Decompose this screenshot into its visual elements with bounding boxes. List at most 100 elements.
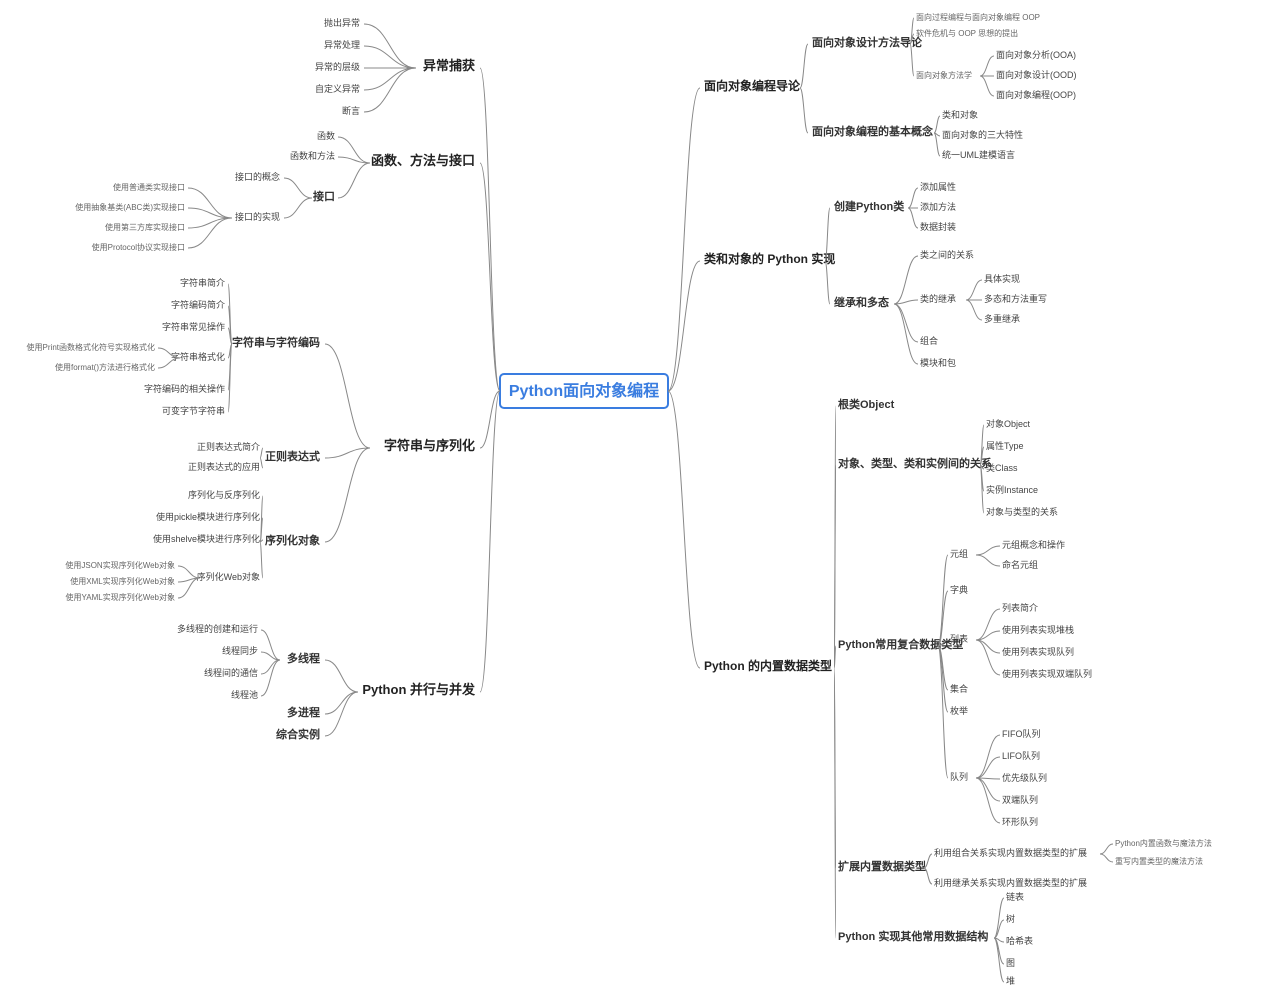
leaf: 使用YAML实现序列化Web对象 bbox=[66, 592, 176, 602]
leaf: 命名元组 bbox=[1002, 559, 1038, 570]
node[interactable]: 对象、类型、类和实例间的关系 bbox=[838, 456, 992, 470]
leaf: 属性Type bbox=[986, 440, 1024, 451]
node[interactable]: 扩展内置数据类型 bbox=[838, 859, 926, 873]
leaf: 使用列表实现队列 bbox=[1002, 646, 1074, 657]
leaf: 集合 bbox=[950, 683, 968, 694]
leaf: 类Class bbox=[986, 462, 1018, 473]
leaf: 具体实现 bbox=[984, 273, 1020, 284]
leaf: 对象与类型的关系 bbox=[986, 506, 1058, 517]
leaf: 接口的概念 bbox=[235, 171, 280, 182]
leaf: 使用抽象基类(ABC类)实现接口 bbox=[75, 202, 185, 212]
leaf: 类的继承 bbox=[920, 293, 956, 304]
leaf: 字符串格式化 bbox=[171, 351, 225, 362]
node-process[interactable]: 多进程 bbox=[287, 705, 320, 719]
node-combo[interactable]: 综合实例 bbox=[276, 727, 320, 741]
leaf: 利用组合关系实现内置数据类型的扩展 bbox=[934, 847, 1087, 858]
leaf: 使用format()方法进行格式化 bbox=[55, 362, 155, 372]
connector-group bbox=[158, 18, 1113, 982]
leaf: 使用列表实现双端队列 bbox=[1002, 668, 1092, 679]
leaf: 多线程的创建和运行 bbox=[177, 623, 258, 634]
leaf: 字符串简介 bbox=[180, 277, 225, 288]
leaf: 使用普通类实现接口 bbox=[113, 182, 185, 192]
node[interactable]: 创建Python类 bbox=[833, 199, 905, 213]
leaf: 数据封装 bbox=[920, 221, 956, 232]
node-thread[interactable]: 多线程 bbox=[287, 651, 320, 665]
node-strenc[interactable]: 字符串与字符编码 bbox=[232, 335, 320, 349]
leaf: 线程同步 bbox=[222, 645, 258, 656]
node[interactable]: 继承和多态 bbox=[834, 295, 889, 309]
leaf: 队列 bbox=[950, 771, 968, 782]
leaf: 使用Protocol协议实现接口 bbox=[92, 242, 185, 252]
node-serial[interactable]: 序列化对象 bbox=[265, 533, 320, 547]
leaf: 组合 bbox=[920, 335, 938, 346]
leaf: 双端队列 bbox=[1002, 794, 1038, 805]
node[interactable]: 根类Object bbox=[838, 397, 895, 411]
leaf: 使用第三方库实现接口 bbox=[105, 222, 185, 232]
leaf: 利用继承关系实现内置数据类型的扩展 bbox=[934, 877, 1087, 888]
leaf: 类之间的关系 bbox=[920, 249, 974, 260]
leaf: 异常的层级 bbox=[315, 61, 360, 72]
leaf: 字符串常见操作 bbox=[162, 321, 225, 332]
node-interface[interactable]: 接口 bbox=[313, 189, 335, 203]
leaf: 正则表达式简介 bbox=[197, 441, 260, 452]
leaf: 面向对象设计(OOD) bbox=[996, 69, 1077, 80]
leaf: 类和对象 bbox=[942, 109, 978, 120]
leaf: 使用Print函数格式化符号实现格式化 bbox=[27, 342, 155, 352]
leaf: 优先级队列 bbox=[1002, 772, 1047, 783]
leaf: 线程间的通信 bbox=[204, 667, 258, 678]
leaf: 使用JSON实现序列化Web对象 bbox=[65, 560, 175, 570]
leaf: LIFO队列 bbox=[1002, 750, 1040, 761]
leaf: 环形队列 bbox=[1002, 816, 1038, 827]
leaf: 重写内置类型的魔法方法 bbox=[1115, 856, 1203, 866]
leaf: FIFO队列 bbox=[1002, 728, 1041, 739]
l1-class-impl[interactable]: 类和对象的 Python 实现 bbox=[704, 251, 835, 266]
leaf: 面向过程编程与面向对象编程 OOP bbox=[916, 12, 1040, 22]
node[interactable]: 面向对象编程的基本概念 bbox=[812, 124, 934, 138]
leaf: 接口的实现 bbox=[235, 211, 280, 222]
leaf: 面向对象的三大特性 bbox=[942, 129, 1023, 140]
leaf: 多态和方法重写 bbox=[984, 293, 1047, 304]
leaf: 序列化Web对象 bbox=[197, 571, 260, 582]
leaf: 列表简介 bbox=[1002, 602, 1038, 613]
leaf: 异常处理 bbox=[324, 39, 360, 50]
node[interactable]: 面向对象设计方法导论 bbox=[812, 35, 923, 49]
leaf: 模块和包 bbox=[920, 357, 956, 368]
leaf: 添加属性 bbox=[920, 181, 956, 192]
node[interactable]: Python常用复合数据类型 bbox=[838, 637, 963, 651]
leaf: 元组概念和操作 bbox=[1002, 539, 1065, 550]
leaf: 序列化与反序列化 bbox=[188, 489, 260, 500]
leaf: 字符编码简介 bbox=[171, 299, 225, 310]
leaf: 正则表达式的应用 bbox=[188, 461, 260, 472]
leaf: 函数 bbox=[317, 130, 335, 141]
leaf: 函数和方法 bbox=[290, 150, 335, 161]
leaf: 列表 bbox=[950, 633, 968, 644]
leaf: 实例Instance bbox=[986, 484, 1038, 495]
leaf: 断言 bbox=[342, 105, 360, 116]
l1-parallel[interactable]: Python 并行与并发 bbox=[362, 682, 476, 697]
root-label: Python面向对象编程 bbox=[509, 381, 659, 400]
node-regex[interactable]: 正则表达式 bbox=[265, 449, 320, 463]
leaf: Python内置函数与魔法方法 bbox=[1115, 838, 1212, 848]
node[interactable]: Python 实现其他常用数据结构 bbox=[838, 929, 988, 943]
l1-data-types[interactable]: Python 的内置数据类型 bbox=[704, 658, 832, 673]
leaf: 堆 bbox=[1006, 976, 1015, 986]
leaf: 图 bbox=[1006, 958, 1015, 968]
leaf: 添加方法 bbox=[920, 201, 956, 212]
leaf: 面向对象分析(OOA) bbox=[996, 49, 1076, 60]
l1-oop-intro[interactable]: 面向对象编程导论 bbox=[704, 78, 801, 93]
l1-string[interactable]: 字符串与序列化 bbox=[384, 438, 475, 453]
l1-func[interactable]: 函数、方法与接口 bbox=[371, 153, 475, 168]
leaf: 面向对象方法学 bbox=[916, 70, 972, 80]
leaf: 使用shelve模块进行序列化 bbox=[153, 533, 260, 544]
leaf: 元组 bbox=[950, 548, 968, 559]
leaf: 哈希表 bbox=[1006, 935, 1033, 946]
leaf: 使用XML实现序列化Web对象 bbox=[70, 576, 175, 586]
l1-exception[interactable]: 异常捕获 bbox=[423, 58, 475, 73]
leaf: 使用pickle模块进行序列化 bbox=[156, 511, 260, 522]
leaf: 面向对象编程(OOP) bbox=[996, 89, 1076, 100]
leaf: 自定义异常 bbox=[315, 83, 360, 94]
leaf: 枚举 bbox=[950, 705, 968, 716]
leaf: 统一UML建模语言 bbox=[942, 149, 1015, 160]
leaf: 抛出异常 bbox=[324, 17, 360, 28]
leaf: 对象Object bbox=[986, 418, 1031, 429]
